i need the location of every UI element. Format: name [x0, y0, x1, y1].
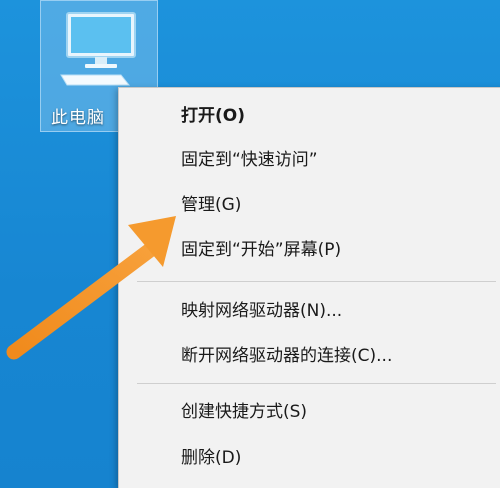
menu-item-delete[interactable]: 删除(D) — [181, 447, 241, 469]
menu-item-pin-quick-access[interactable]: 固定到“快速访问” — [181, 149, 318, 171]
menu-item-pin-start[interactable]: 固定到“开始”屏幕(P) — [181, 239, 341, 261]
menu-item-open[interactable]: 打开(O) — [181, 105, 245, 127]
menu-item-map-network-drive[interactable]: 映射网络驱动器(N)... — [181, 300, 342, 322]
desktop[interactable]: 此电脑 打开(O) 固定到“快速访问” 管理(G) 固定到“开始”屏幕(P) 映… — [0, 0, 500, 488]
menu-item-create-shortcut[interactable]: 创建快捷方式(S) — [181, 401, 307, 423]
menu-separator — [137, 383, 496, 384]
computer-monitor-icon — [60, 12, 136, 86]
this-pc-label: 此电脑 — [51, 108, 105, 128]
menu-item-disconnect-network-drive[interactable]: 断开网络驱动器的连接(C)... — [181, 345, 392, 367]
menu-item-manage[interactable]: 管理(G) — [181, 194, 241, 216]
menu-separator — [137, 281, 496, 282]
context-menu: 打开(O) 固定到“快速访问” 管理(G) 固定到“开始”屏幕(P) 映射网络驱… — [118, 87, 500, 488]
